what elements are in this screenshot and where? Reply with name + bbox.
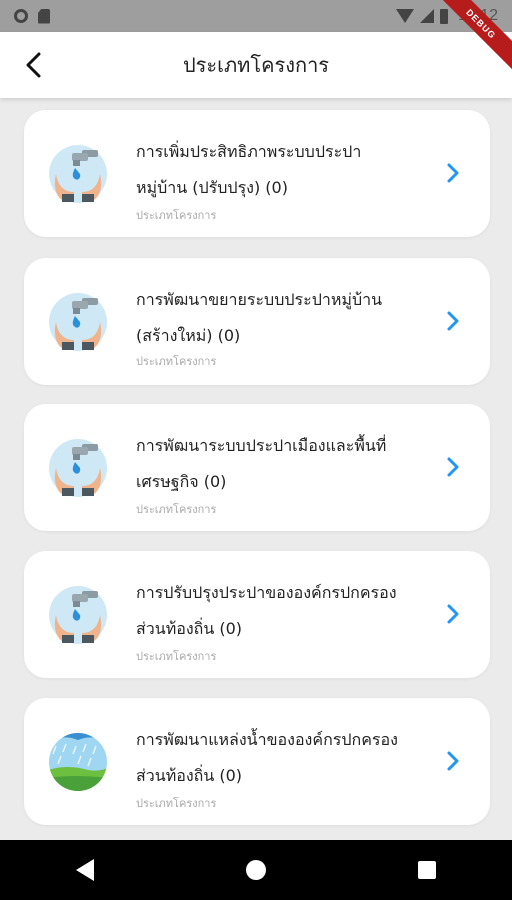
record-icon xyxy=(14,9,28,23)
project-type-card[interactable]: การเพิ่มประสิทธิภาพระบบประปา หมู่บ้าน (ป… xyxy=(24,110,490,237)
project-type-card[interactable]: การพัฒนาระบบประปาเมืองและพื้นที่ เศรษฐกิ… xyxy=(24,404,490,531)
chevron-right-icon xyxy=(446,162,460,184)
project-type-title: การเพิ่มประสิทธิภาพระบบประปา หมู่บ้าน (ป… xyxy=(136,134,408,206)
chevron-left-icon xyxy=(26,52,41,78)
nav-back-button[interactable] xyxy=(55,840,115,900)
project-type-title: การพัฒนาแหล่งน้ำขององค์กรปกครอง ส่วนท้อง… xyxy=(136,722,408,794)
chevron-right-icon xyxy=(446,603,460,625)
project-type-card[interactable]: การพัฒนาแหล่งน้ำขององค์กรปกครอง ส่วนท้อง… xyxy=(24,698,490,825)
project-type-title: การปรับปรุงประปาขององค์กรปกครอง ส่วนท้อง… xyxy=(136,575,408,647)
title-line-2: เศรษฐกิจ (0) xyxy=(136,472,227,491)
project-type-subtitle: ประเภทโครงการ xyxy=(136,355,217,368)
system-nav-bar xyxy=(0,840,512,900)
title-line-1: การเพิ่มประสิทธิภาพระบบประปา xyxy=(136,142,362,161)
status-bar: 10:12 xyxy=(0,0,512,32)
nav-back-icon xyxy=(76,859,95,881)
project-type-card[interactable]: การพัฒนาขยายระบบประปาหมู่บ้าน (สร้างใหม่… xyxy=(24,258,490,385)
nav-home-icon xyxy=(245,860,266,880)
nav-recents-icon xyxy=(417,861,436,879)
battery-icon xyxy=(439,8,448,24)
project-type-title: การพัฒนาขยายระบบประปาหมู่บ้าน (สร้างใหม่… xyxy=(136,282,408,354)
chevron-right-icon xyxy=(446,456,460,478)
project-type-list[interactable]: การเพิ่มประสิทธิภาพระบบประปา หมู่บ้าน (ป… xyxy=(0,98,512,840)
project-type-subtitle: ประเภทโครงการ xyxy=(136,797,217,810)
app-bar: ประเภทโครงการ xyxy=(0,32,512,98)
title-line-2: ส่วนท้องถิ่น (0) xyxy=(136,766,243,785)
back-button[interactable] xyxy=(14,45,54,85)
title-line-1: การพัฒนาขยายระบบประปาหมู่บ้าน xyxy=(136,290,383,309)
water-tap-hands-icon xyxy=(48,585,108,645)
project-type-subtitle: ประเภทโครงการ xyxy=(136,209,217,222)
cell-signal-icon xyxy=(419,9,434,23)
rain-landscape-icon xyxy=(48,732,108,792)
sim-card-icon xyxy=(38,8,50,24)
title-line-2: (สร้างใหม่) (0) xyxy=(136,326,241,345)
water-tap-hands-icon xyxy=(48,144,108,204)
chevron-right-icon xyxy=(446,310,460,332)
title-line-2: หมู่บ้าน (ปรับปรุง) (0) xyxy=(136,178,288,197)
page-title: ประเภทโครงการ xyxy=(182,53,330,77)
wifi-icon xyxy=(395,9,414,23)
chevron-right-icon xyxy=(446,750,460,772)
title-line-1: การปรับปรุงประปาขององค์กรปกครอง xyxy=(136,583,397,602)
nav-recents-button[interactable] xyxy=(397,840,457,900)
title-line-1: การพัฒนาแหล่งน้ำขององค์กรปกครอง xyxy=(136,730,398,749)
project-type-title: การพัฒนาระบบประปาเมืองและพื้นที่ เศรษฐกิ… xyxy=(136,428,408,500)
water-tap-hands-icon xyxy=(48,438,108,498)
title-line-1: การพัฒนาระบบประปาเมืองและพื้นที่ xyxy=(136,436,387,455)
title-line-2: ส่วนท้องถิ่น (0) xyxy=(136,619,243,638)
nav-home-button[interactable] xyxy=(226,840,286,900)
project-type-card[interactable]: การปรับปรุงประปาขององค์กรปกครอง ส่วนท้อง… xyxy=(24,551,490,678)
project-type-subtitle: ประเภทโครงการ xyxy=(136,503,217,516)
water-tap-hands-icon xyxy=(48,292,108,352)
project-type-subtitle: ประเภทโครงการ xyxy=(136,650,217,663)
